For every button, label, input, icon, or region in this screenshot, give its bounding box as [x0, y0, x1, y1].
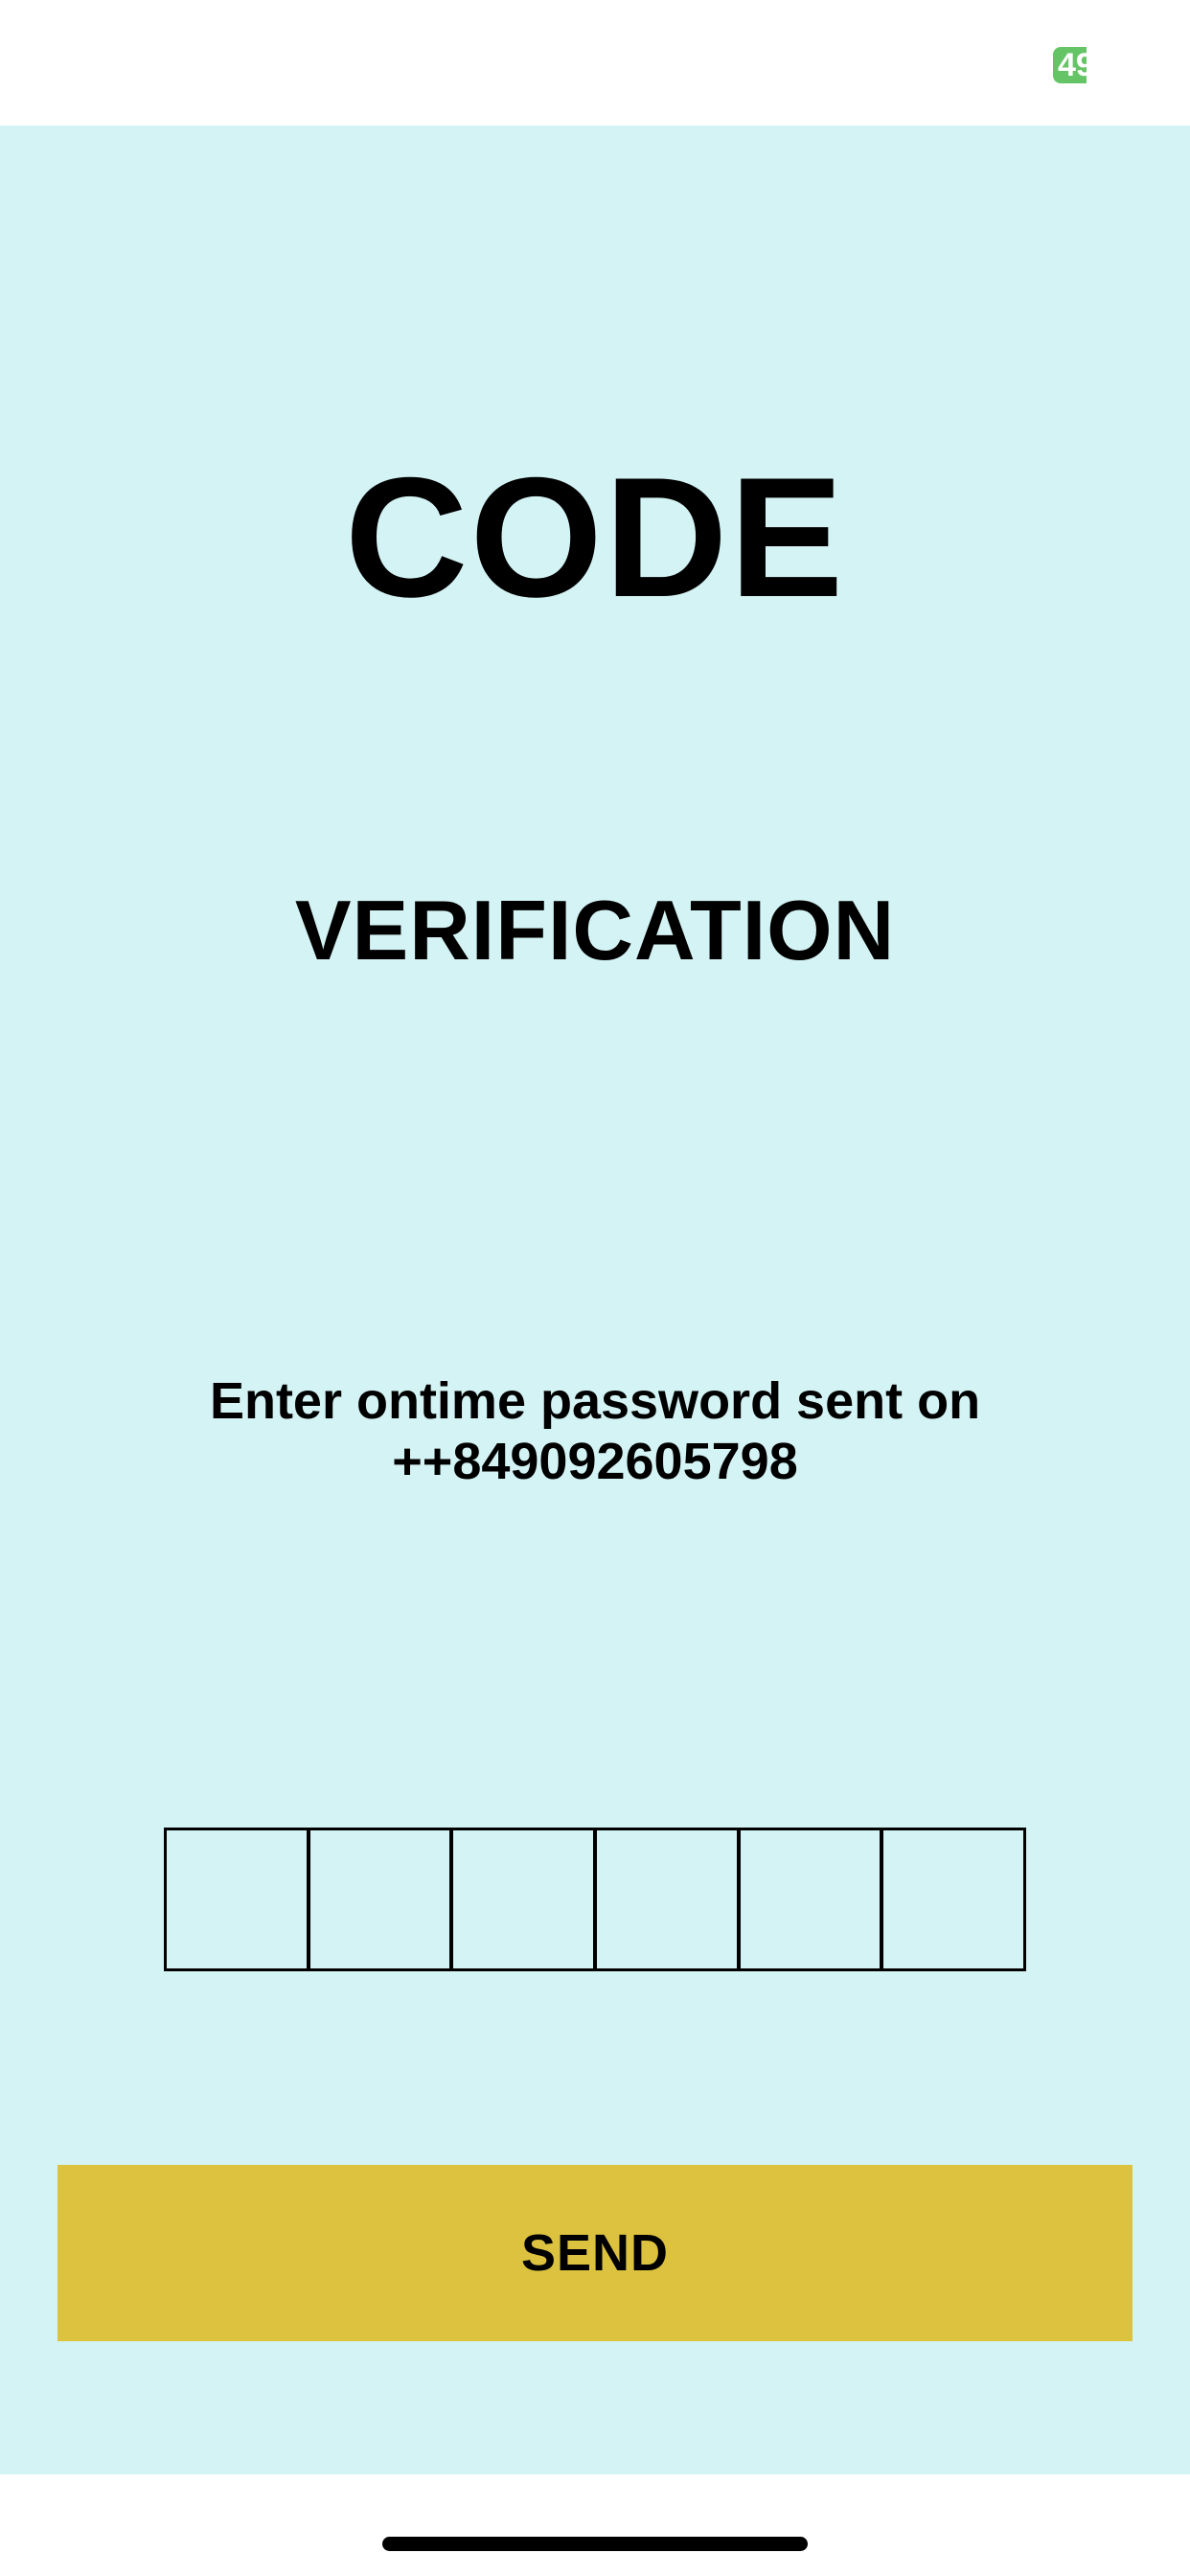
- otp-input-group: [164, 1828, 1026, 1971]
- otp-digit-3[interactable]: [453, 1830, 598, 1968]
- otp-digit-2[interactable]: [310, 1830, 454, 1968]
- verification-screen: CODE VERIFICATION Enter ontime password …: [0, 126, 1190, 2474]
- otp-digit-6[interactable]: [883, 1830, 1023, 1968]
- home-indicator[interactable]: [382, 2537, 808, 2551]
- otp-digit-5[interactable]: [741, 1830, 884, 1968]
- page-title: CODE: [344, 442, 846, 632]
- otp-digit-1[interactable]: [167, 1830, 310, 1968]
- instruction-text: Enter ontime password sent on ++84909260…: [0, 1371, 1190, 1492]
- battery-icon: 49: [1053, 47, 1087, 83]
- otp-digit-4[interactable]: [597, 1830, 741, 1968]
- page-subtitle: VERIFICATION: [294, 883, 896, 978]
- status-bar: 49: [0, 0, 1190, 126]
- battery-level: 49: [1058, 47, 1087, 83]
- instruction-line: Enter ontime password sent on: [209, 1372, 981, 1430]
- phone-number: ++849092605798: [392, 1433, 798, 1490]
- send-button[interactable]: SEND: [57, 2165, 1133, 2341]
